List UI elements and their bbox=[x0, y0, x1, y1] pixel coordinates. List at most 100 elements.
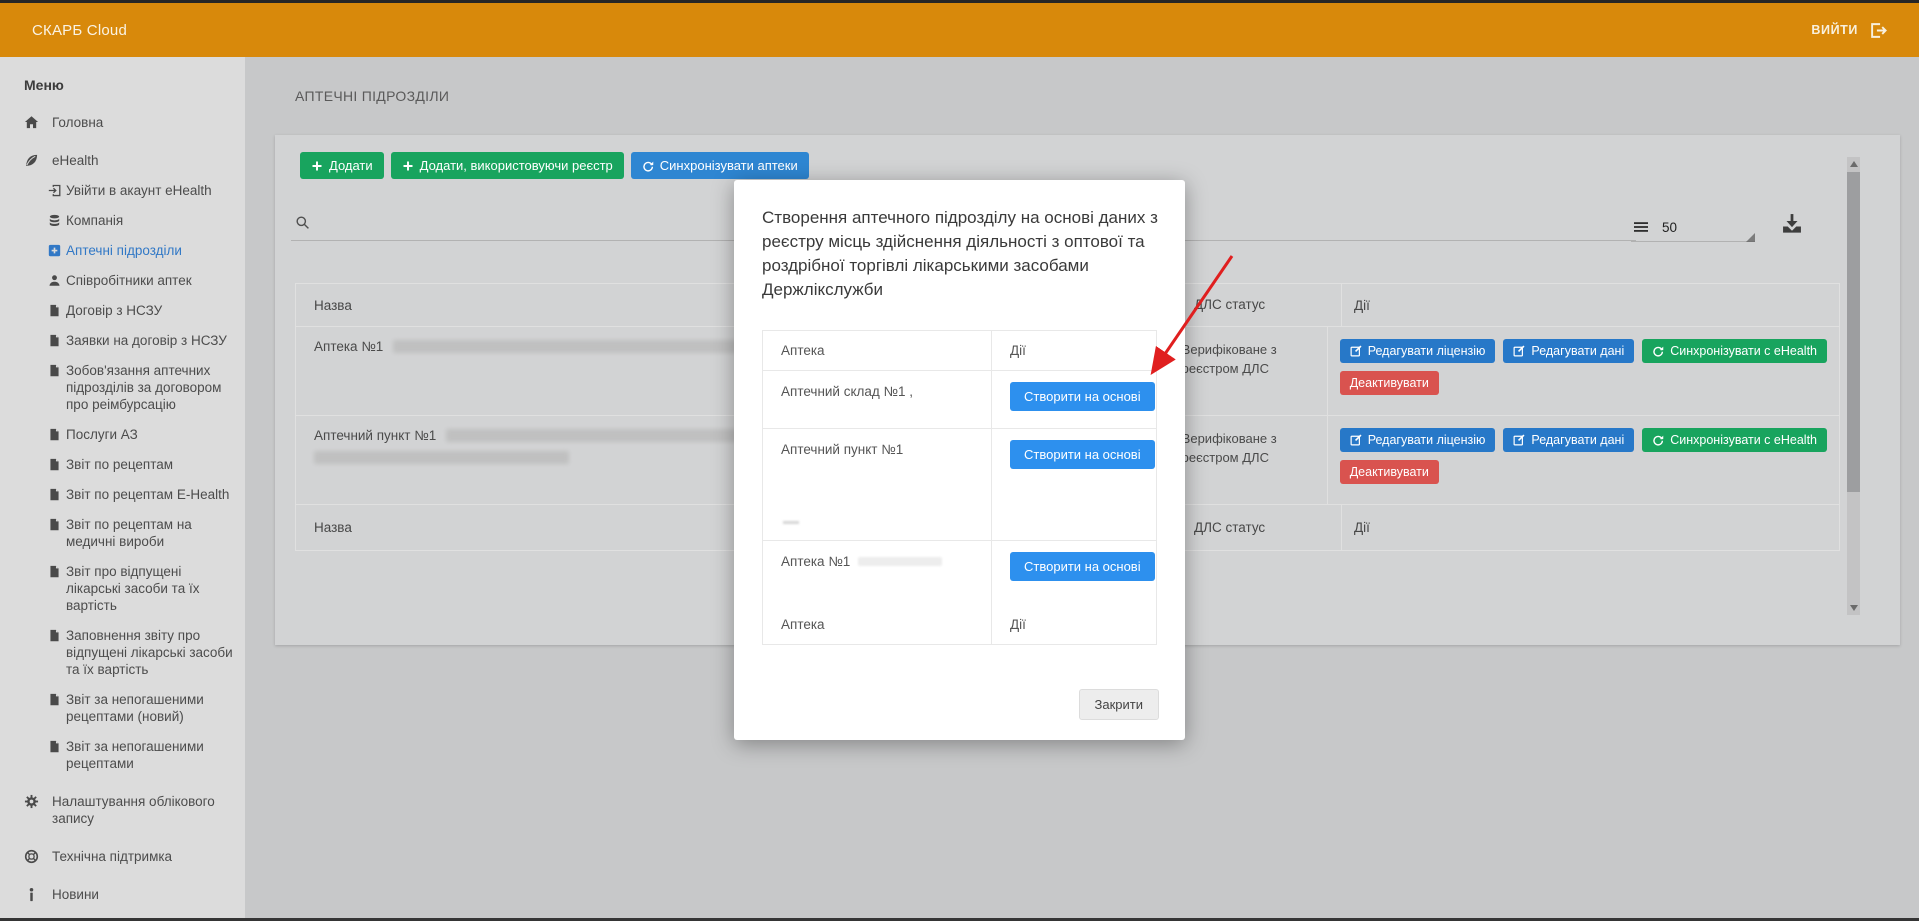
registry-entry-actions: Створити на основі bbox=[991, 371, 1156, 428]
vertical-scrollbar[interactable] bbox=[1847, 157, 1860, 615]
file-icon bbox=[48, 458, 61, 471]
sidebar-item-label: Аптечні підрозділи bbox=[66, 242, 182, 259]
sync-ehealth-button[interactable]: Синхронізувати с eHealth bbox=[1642, 428, 1827, 452]
sidebar-item[interactable]: Налаштування облікового запису bbox=[24, 793, 237, 827]
home-icon bbox=[24, 115, 39, 130]
app-brand: СКАРБ Cloud bbox=[32, 22, 127, 39]
page-size-select[interactable]: 50 bbox=[1631, 213, 1755, 242]
registry-entry-name: Аптека №1 bbox=[763, 541, 991, 604]
redacted-text bbox=[446, 429, 776, 442]
signin-icon bbox=[48, 184, 61, 197]
info-icon bbox=[24, 887, 39, 902]
scrollbar-thumb[interactable] bbox=[1847, 172, 1860, 492]
redacted-text bbox=[314, 451, 569, 464]
edit-license-button[interactable]: Редагувати ліцензію bbox=[1340, 339, 1496, 363]
edit-data-button[interactable]: Редагувати дані bbox=[1503, 428, 1634, 452]
sidebar-item[interactable]: Співробітники аптек bbox=[24, 272, 237, 289]
sidebar-item[interactable]: Головна bbox=[24, 114, 237, 131]
create-from-registry-modal: Створення аптечного підрозділу на основі… bbox=[734, 180, 1185, 740]
create-from-registry-button[interactable]: Створити на основі bbox=[1010, 382, 1155, 411]
modal-registry-row: Аптека №1 Створити на основі bbox=[763, 541, 1156, 604]
sidebar-item-label: Компанія bbox=[66, 212, 123, 229]
create-from-registry-button[interactable]: Створити на основі bbox=[1010, 552, 1155, 581]
download-button[interactable] bbox=[1781, 212, 1803, 234]
sidebar-item[interactable]: Аптечні підрозділи bbox=[24, 242, 237, 259]
sidebar-item[interactable]: Звіт по рецептам bbox=[24, 456, 237, 473]
row-actions-cell: Редагувати ліцензію Редагувати дані Синхро… bbox=[1327, 327, 1839, 415]
app-header: СКАРБ Cloud ВИЙТИ bbox=[0, 3, 1919, 57]
file-icon bbox=[48, 304, 61, 317]
sidebar-item[interactable]: Договір з НСЗУ bbox=[24, 302, 237, 319]
sidebar-item[interactable]: Звіт по рецептам на медичні вироби bbox=[24, 516, 237, 550]
deactivate-button[interactable]: Деактивувати bbox=[1340, 371, 1439, 395]
download-icon bbox=[1781, 212, 1803, 234]
logout-button[interactable]: ВИЙТИ bbox=[1811, 22, 1887, 39]
sidebar-item-label: Звіт за непогашеними рецептами bbox=[66, 738, 237, 772]
sidebar-item[interactable]: Технічна підтримка bbox=[24, 848, 237, 865]
row-name: Аптечний пункт №1 bbox=[314, 428, 436, 443]
file-icon bbox=[48, 565, 61, 578]
sync-ehealth-button[interactable]: Синхронізувати с eHealth bbox=[1642, 339, 1827, 363]
sidebar-item[interactable]: Новини bbox=[24, 886, 237, 903]
sidebar-item-label: Звіт по рецептам E-Health bbox=[66, 486, 229, 503]
sidebar: Меню ГоловнаeHealthУвійти в акаунт eHeal… bbox=[0, 57, 245, 918]
modal-column-footer-pharmacy: Аптека bbox=[763, 604, 991, 644]
sidebar-item-label: Зобов'язання аптечних підрозділів за дог… bbox=[66, 362, 237, 413]
sidebar-item-label: Головна bbox=[52, 114, 103, 131]
sidebar-item-label: Договір з НСЗУ bbox=[66, 302, 162, 319]
sidebar-item-label: Послуги АЗ bbox=[66, 426, 138, 443]
sidebar-item-label: Співробітники аптек bbox=[66, 272, 192, 289]
refresh-icon bbox=[642, 160, 654, 172]
sidebar-item-label: Технічна підтримка bbox=[52, 848, 172, 865]
row-actions-cell: Редагувати ліцензію Редагувати дані Синхро… bbox=[1327, 416, 1839, 504]
edit-icon bbox=[1350, 434, 1362, 446]
file-icon bbox=[48, 629, 61, 642]
modal-registry-row: Аптечний склад №1 ,Створити на основі bbox=[763, 371, 1156, 429]
sidebar-item[interactable]: Увійти в акаунт eHealth bbox=[24, 182, 237, 199]
sidebar-item[interactable]: Заявки на договір з НСЗУ bbox=[24, 332, 237, 349]
column-footer-actions: Дії bbox=[1341, 505, 1839, 550]
sidebar-item-label: Заявки на договір з НСЗУ bbox=[66, 332, 227, 349]
file-icon bbox=[48, 518, 61, 531]
sidebar-item[interactable]: Звіт за непогашеними рецептами (новий) bbox=[24, 691, 237, 725]
modal-title: Створення аптечного підрозділу на основі… bbox=[762, 206, 1160, 302]
add-using-registry-button[interactable]: Додати, використовуючи реєстр bbox=[391, 152, 624, 179]
deactivate-button[interactable]: Деактивувати bbox=[1340, 460, 1439, 484]
edit-data-button[interactable]: Редагувати дані bbox=[1503, 339, 1634, 363]
column-header-actions: Дії bbox=[1341, 284, 1839, 326]
sidebar-item[interactable]: eHealth bbox=[24, 152, 237, 169]
column-footer-dls: ДЛС статус bbox=[1181, 505, 1341, 550]
sidebar-item[interactable]: Звіт за непогашеними рецептами bbox=[24, 738, 237, 772]
sidebar-item[interactable]: Компанія bbox=[24, 212, 237, 229]
logout-label: ВИЙТИ bbox=[1811, 23, 1858, 37]
page-title: АПТЕЧНІ ПІДРОЗДІЛИ bbox=[295, 88, 449, 104]
row-dls-status: Верифіковане з реєстром ДЛС bbox=[1169, 327, 1327, 415]
sidebar-item-label: Новини bbox=[52, 886, 99, 903]
create-from-registry-button[interactable]: Створити на основі bbox=[1010, 440, 1155, 469]
file-icon bbox=[48, 364, 61, 377]
file-icon bbox=[48, 334, 61, 347]
modal-table-header-row: Аптека Дії bbox=[763, 331, 1156, 371]
edit-license-button[interactable]: Редагувати ліцензію bbox=[1340, 428, 1496, 452]
sidebar-item-label: Заповнення звіту про відпущені лікарські… bbox=[66, 627, 237, 678]
database-icon bbox=[48, 214, 61, 227]
scrollbar-down-button[interactable] bbox=[1847, 601, 1860, 615]
sidebar-item[interactable]: Заповнення звіту про відпущені лікарські… bbox=[24, 627, 237, 678]
modal-column-header-actions: Дії bbox=[991, 331, 1156, 370]
sidebar-item[interactable]: Зобов'язання аптечних підрозділів за дог… bbox=[24, 362, 237, 413]
edit-icon bbox=[1513, 345, 1525, 357]
logout-icon bbox=[1870, 22, 1887, 39]
modal-registry-row: Аптечний пункт №1Створити на основі bbox=[763, 429, 1156, 541]
close-modal-button[interactable]: Закрити bbox=[1079, 689, 1159, 720]
file-icon bbox=[48, 740, 61, 753]
sync-pharmacies-button[interactable]: Синхронізувати аптеки bbox=[631, 152, 809, 179]
sidebar-item[interactable]: Звіт про відпущені лікарські засоби та ї… bbox=[24, 563, 237, 614]
scrollbar-up-button[interactable] bbox=[1847, 157, 1860, 171]
sidebar-item[interactable]: Послуги АЗ bbox=[24, 426, 237, 443]
row-dls-status: Верифіковане з реєстром ДЛС bbox=[1169, 416, 1327, 504]
sidebar-item[interactable]: Звіт по рецептам E-Health bbox=[24, 486, 237, 503]
add-button[interactable]: Додати bbox=[300, 152, 384, 179]
row-name: Аптека №1 bbox=[314, 339, 383, 354]
sidebar-item-label: Звіт про відпущені лікарські засоби та ї… bbox=[66, 563, 237, 614]
sidebar-item-label: Звіт за непогашеними рецептами (новий) bbox=[66, 691, 237, 725]
